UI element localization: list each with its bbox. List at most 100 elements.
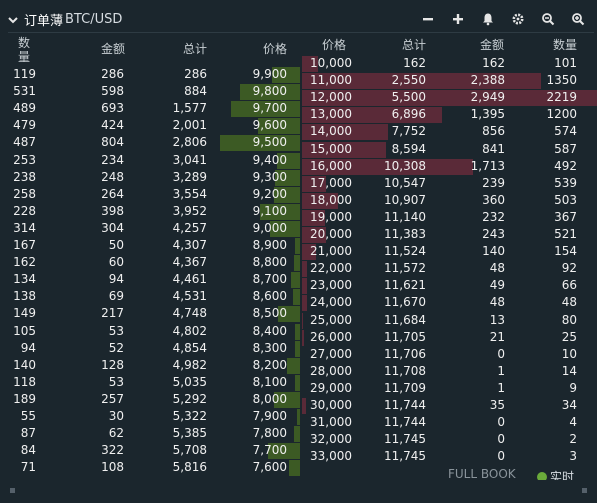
ask-qty-cell: 14 (561, 363, 577, 378)
bid-amount-cell: 62 (108, 426, 124, 441)
ask-row[interactable]: 31,000 11,744 0 4 (300, 414, 597, 431)
bid-row[interactable]: 314 304 4,257 9,000 (0, 220, 300, 237)
ask-row[interactable]: 15,000 8,594 841 587 (300, 141, 597, 158)
ask-row[interactable]: 29,000 11,709 1 9 (300, 380, 597, 397)
ask-amount-cell: 2,388 (470, 73, 505, 88)
bid-amount-header[interactable]: 金额 (95, 42, 125, 56)
ask-amount-header[interactable]: 金额 (474, 38, 504, 52)
ask-price-cell: 31,000 (310, 415, 352, 430)
ask-row[interactable]: 32,000 11,745 0 2 (300, 431, 597, 448)
bid-row[interactable]: 162 60 4,367 8,800 (0, 254, 300, 271)
ask-amount-cell: 856 (482, 124, 505, 139)
full-book-link[interactable]: FULL BOOK (448, 467, 516, 481)
ask-row[interactable]: 27,000 11,706 0 10 (300, 346, 597, 363)
ask-total-cell: 11,524 (384, 244, 426, 259)
ask-row[interactable]: 16,000 10,308 1,713 492 (300, 158, 597, 175)
ask-row[interactable]: 12,000 5,500 2,949 2219 (300, 89, 597, 106)
ask-price-cell: 14,000 (310, 124, 352, 139)
bid-total-header[interactable]: 总计 (177, 42, 207, 56)
ask-price-cell: 29,000 (310, 380, 352, 395)
gear-icon[interactable] (509, 10, 527, 28)
bid-row[interactable]: 149 217 4,748 8,500 (0, 305, 300, 322)
ask-qty-cell: 154 (554, 244, 577, 259)
ask-row[interactable]: 26,000 11,705 21 25 (300, 329, 597, 346)
bid-amount-cell: 598 (101, 84, 124, 99)
bid-row[interactable]: 258 264 3,554 9,200 (0, 186, 300, 203)
bid-price-cell: 9,900 (252, 67, 287, 81)
ask-row[interactable]: 10,000 162 162 101 (300, 55, 597, 72)
bid-row[interactable]: 134 94 4,461 8,700 (0, 271, 300, 288)
bid-row[interactable]: 253 234 3,041 9,400 (0, 152, 300, 169)
zoom-out-icon[interactable] (539, 10, 557, 28)
bid-row[interactable]: 489 693 1,577 9,700 (0, 100, 300, 117)
ask-amount-cell: 0 (497, 346, 505, 361)
resize-grip[interactable] (0, 480, 597, 503)
ask-row[interactable]: 18,000 10,907 360 503 (300, 192, 597, 209)
ask-row[interactable]: 13,000 6,896 1,395 1200 (300, 106, 597, 123)
ask-row[interactable]: 23,000 11,621 49 66 (300, 277, 597, 294)
bid-amount-cell: 30 (108, 409, 124, 423)
ask-amount-cell: 243 (482, 227, 505, 241)
ask-row[interactable]: 19,000 11,140 232 367 (300, 209, 597, 226)
bid-row[interactable]: 167 50 4,307 8,900 (0, 237, 300, 254)
ask-price-cell: 13,000 (310, 107, 352, 122)
bid-row[interactable]: 189 257 5,292 8,000 (0, 391, 300, 408)
bid-row[interactable]: 531 598 884 9,800 (0, 83, 300, 100)
bid-row[interactable]: 105 53 4,802 8,400 (0, 323, 300, 340)
bid-row[interactable]: 140 128 4,982 8,200 (0, 357, 300, 374)
bid-qty-header[interactable]: 数量 (18, 36, 32, 64)
bid-amount-cell: 108 (101, 460, 124, 475)
ask-total-cell: 5,500 (391, 90, 426, 105)
bid-row[interactable]: 71 108 5,816 7,600 (0, 459, 300, 476)
ask-total-cell: 11,705 (384, 329, 426, 344)
ask-total-cell: 10,308 (384, 158, 426, 173)
ask-price-cell: 32,000 (310, 432, 352, 447)
bid-price-header[interactable]: 价格 (257, 42, 287, 56)
bid-row[interactable]: 138 69 4,531 8,600 (0, 288, 300, 305)
bid-row[interactable]: 87 62 5,385 7,800 (0, 425, 300, 442)
ask-total-cell: 11,383 (384, 227, 426, 241)
ask-qty-cell: 25 (561, 329, 577, 344)
zoom-in-icon[interactable] (569, 10, 587, 28)
bid-row[interactable]: 94 52 4,854 8,300 (0, 340, 300, 357)
bid-row[interactable]: 118 53 5,035 8,100 (0, 374, 300, 391)
ask-amount-cell: 1,713 (470, 158, 505, 173)
minus-icon[interactable] (419, 10, 437, 28)
ask-row[interactable]: 20,000 11,383 243 521 (300, 226, 597, 243)
ask-row[interactable]: 17,000 10,547 239 539 (300, 175, 597, 192)
bell-icon[interactable] (479, 10, 497, 28)
ask-row[interactable]: 21,000 11,524 140 154 (300, 243, 597, 260)
bid-price-cell: 7,800 (252, 426, 287, 441)
ask-qty-header[interactable]: 数量 (547, 38, 577, 52)
ask-price-header[interactable]: 价格 (322, 38, 352, 52)
plus-icon[interactable] (449, 10, 467, 28)
ask-row[interactable]: 14,000 7,752 856 574 (300, 123, 597, 140)
bid-qty-cell: 167 (13, 238, 36, 252)
ask-row[interactable]: 33,000 11,745 0 3 (300, 448, 597, 465)
bid-row[interactable]: 479 424 2,001 9,600 (0, 117, 300, 134)
ask-amount-cell: 360 (482, 192, 505, 207)
bid-row[interactable]: 55 30 5,322 7,900 (0, 408, 300, 425)
ask-total-cell: 11,706 (384, 346, 426, 361)
bid-amount-cell: 804 (101, 135, 124, 150)
bid-row[interactable]: 119 286 286 9,900 (0, 66, 300, 83)
ask-row[interactable]: 28,000 11,708 1 14 (300, 363, 597, 380)
bid-qty-cell: 84 (20, 443, 36, 458)
bid-amount-cell: 53 (108, 374, 124, 389)
ask-amount-cell: 48 (489, 261, 505, 276)
ask-qty-cell: 101 (554, 56, 577, 70)
bid-total-cell: 4,854 (172, 340, 207, 355)
ask-row[interactable]: 30,000 11,744 35 34 (300, 397, 597, 414)
ask-total-header[interactable]: 总计 (396, 38, 426, 52)
ask-total-cell: 11,745 (384, 432, 426, 447)
ask-row[interactable]: 11,000 2,550 2,388 1350 (300, 72, 597, 89)
ask-row[interactable]: 22,000 11,572 48 92 (300, 260, 597, 277)
bid-row[interactable]: 238 248 3,289 9,300 (0, 169, 300, 186)
ask-row[interactable]: 24,000 11,670 48 48 (300, 294, 597, 311)
chevron-down-icon[interactable] (6, 13, 20, 27)
ask-row[interactable]: 25,000 11,684 13 80 (300, 312, 597, 329)
bid-row[interactable]: 84 322 5,708 7,700 (0, 442, 300, 459)
bid-row[interactable]: 228 398 3,952 9,100 (0, 203, 300, 220)
bid-row[interactable]: 487 804 2,806 9,500 (0, 134, 300, 151)
bid-qty-cell: 134 (13, 272, 36, 287)
